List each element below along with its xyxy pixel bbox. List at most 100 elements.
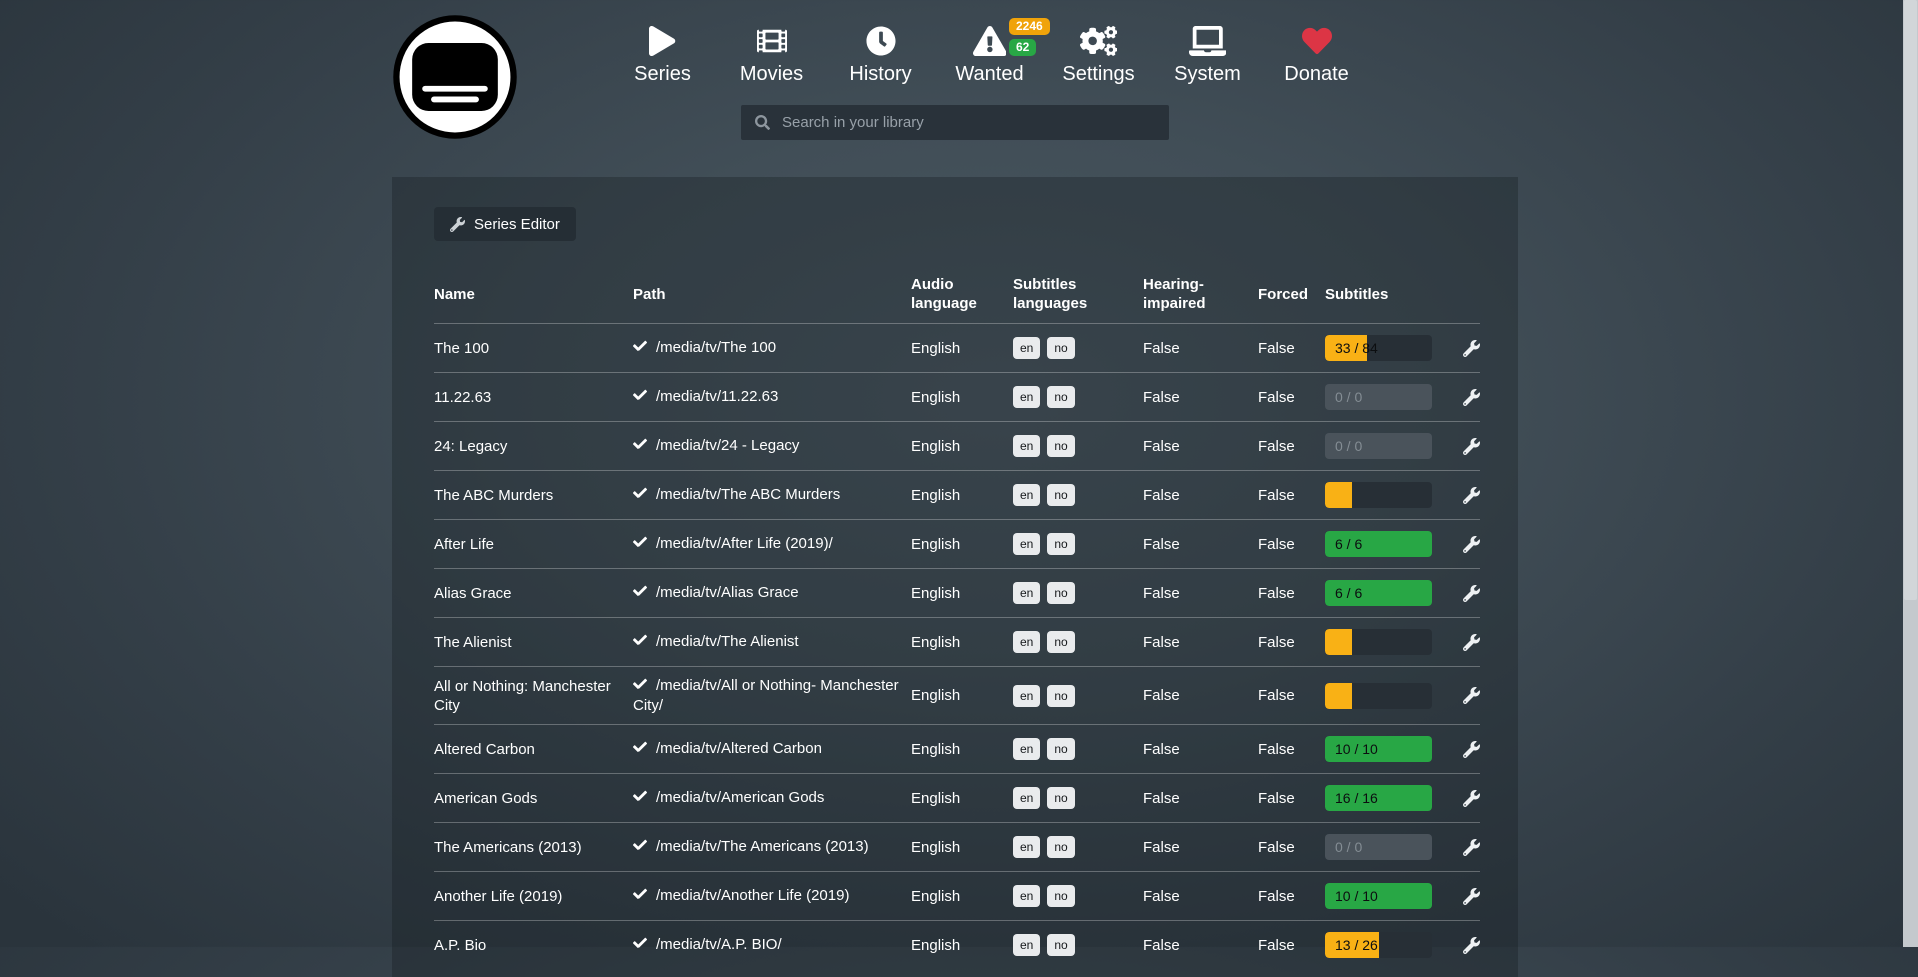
edit-series-button[interactable]: [1463, 888, 1480, 905]
heart-icon: [1302, 26, 1332, 56]
language-badge: no: [1047, 582, 1074, 604]
series-name: Another Life (2019): [434, 878, 633, 915]
edit-series-button[interactable]: [1463, 741, 1480, 758]
hearing-impaired-value: False: [1143, 526, 1258, 563]
nav-item-settings[interactable]: Settings: [1044, 16, 1153, 86]
hearing-impaired-value: False: [1143, 477, 1258, 514]
bazarr-logo[interactable]: [392, 14, 518, 140]
header-path: Path: [633, 276, 911, 313]
audio-language: English: [911, 677, 1013, 714]
subtitles-progress-cell: 10 / 10: [1325, 874, 1448, 918]
hearing-impaired-value: False: [1143, 624, 1258, 661]
subtitles-languages: enno: [1013, 475, 1143, 515]
actions-cell: [1448, 331, 1480, 366]
actions-cell: [1448, 732, 1480, 767]
wrench-icon: [1463, 634, 1480, 651]
subtitles-count: 0 / 0: [1335, 433, 1362, 459]
wrench-icon: [1463, 585, 1480, 602]
wrench-icon: [1463, 790, 1480, 807]
path-text: /media/tv/Alias Grace: [656, 584, 799, 601]
language-badge: no: [1047, 337, 1074, 359]
laptop-icon: [1189, 26, 1227, 56]
edit-series-button[interactable]: [1463, 585, 1480, 602]
subtitles-count: 10 / 10: [1335, 736, 1378, 762]
audio-language: English: [911, 379, 1013, 416]
scrollbar[interactable]: [1903, 0, 1918, 947]
nav-item-series[interactable]: Series: [608, 16, 717, 86]
table-row: Alias Grace/media/tv/Alias Grace Englishe…: [434, 568, 1480, 617]
subtitles-progress-cell: 0 / 0: [1325, 424, 1448, 468]
table-row: Altered Carbon/media/tv/Altered CarbonEn…: [434, 724, 1480, 773]
table-row: The Americans (2013)/media/tv/The Americ…: [434, 822, 1480, 871]
edit-series-button[interactable]: [1463, 340, 1480, 357]
series-name: The Alienist: [434, 624, 633, 661]
wrench-icon: [1463, 438, 1480, 455]
audio-language: English: [911, 526, 1013, 563]
subtitles-languages: enno: [1013, 778, 1143, 818]
language-badge: en: [1013, 885, 1040, 907]
table-row: Another Life (2019)/media/tv/Another Lif…: [434, 871, 1480, 920]
nav-item-system[interactable]: System: [1153, 16, 1262, 86]
subtitles-languages: enno: [1013, 573, 1143, 613]
header-forced: Forced: [1258, 276, 1325, 313]
nav-label: Wanted: [935, 63, 1044, 86]
language-badge: en: [1013, 738, 1040, 760]
series-path: /media/tv/The ABC Murders: [633, 476, 911, 514]
language-badge: en: [1013, 484, 1040, 506]
language-badge: en: [1013, 787, 1040, 809]
header-actions: [1448, 285, 1480, 303]
clock-icon: [866, 26, 896, 56]
forced-value: False: [1258, 624, 1325, 661]
wrench-icon: [1463, 389, 1480, 406]
table-row: After Life/media/tv/After Life (2019)/En…: [434, 519, 1480, 568]
table-row: The 100/media/tv/The 100EnglishennoFalse…: [434, 323, 1480, 372]
edit-series-button[interactable]: [1463, 790, 1480, 807]
series-name: 24: Legacy: [434, 428, 633, 465]
subtitles-progress: 13 / 26: [1325, 932, 1432, 958]
wanted-badge: 62: [1009, 39, 1036, 56]
hearing-impaired-value: False: [1143, 927, 1258, 964]
subtitles-progress: 16 / 16: [1325, 785, 1432, 811]
subtitles-languages: enno: [1013, 676, 1143, 716]
series-name: A.P. Bio: [434, 927, 633, 964]
table-row: All or Nothing: Manchester City/media/tv…: [434, 666, 1480, 724]
scrollbar-thumb[interactable]: [1904, 0, 1917, 600]
language-badge: en: [1013, 435, 1040, 457]
path-text: /media/tv/The 100: [656, 339, 776, 356]
edit-series-button[interactable]: [1463, 536, 1480, 553]
series-name: Alias Grace: [434, 575, 633, 612]
edit-series-button[interactable]: [1463, 937, 1480, 954]
actions-cell: [1448, 380, 1480, 415]
edit-series-button[interactable]: [1463, 839, 1480, 856]
subtitles-languages: enno: [1013, 377, 1143, 417]
edit-series-button[interactable]: [1463, 634, 1480, 651]
search-input[interactable]: [780, 104, 1169, 141]
edit-series-button[interactable]: [1463, 438, 1480, 455]
audio-language: English: [911, 575, 1013, 612]
subtitles-progress: [1325, 683, 1432, 709]
nav-item-movies[interactable]: Movies: [717, 16, 826, 86]
series-editor-button[interactable]: Series Editor: [434, 207, 576, 241]
language-badge: no: [1047, 934, 1074, 956]
nav-item-history[interactable]: History: [826, 16, 935, 86]
hearing-impaired-value: False: [1143, 330, 1258, 367]
series-path: /media/tv/All or Nothing- Manchester Cit…: [633, 667, 911, 724]
language-badge: en: [1013, 533, 1040, 555]
hearing-impaired-value: False: [1143, 878, 1258, 915]
nav-label: Donate: [1262, 63, 1371, 86]
table-row: A.P. Bio/media/tv/A.P. BIO/EnglishennoFa…: [434, 920, 1480, 969]
language-badge: en: [1013, 386, 1040, 408]
subtitles-progress: [1325, 629, 1432, 655]
edit-series-button[interactable]: [1463, 389, 1480, 406]
edit-series-button[interactable]: [1463, 487, 1480, 504]
warning-icon: [973, 26, 1007, 56]
subtitles-progress-cell: [1325, 620, 1448, 664]
forced-value: False: [1258, 330, 1325, 367]
subtitles-count: 33 / 84: [1335, 335, 1378, 361]
subtitles-progress-cell: [1325, 674, 1448, 718]
nav-item-donate[interactable]: Donate: [1262, 16, 1371, 86]
nav-item-wanted[interactable]: 224662Wanted: [935, 16, 1044, 86]
edit-series-button[interactable]: [1463, 687, 1480, 704]
actions-cell: [1448, 781, 1480, 816]
actions-cell: [1448, 928, 1480, 963]
